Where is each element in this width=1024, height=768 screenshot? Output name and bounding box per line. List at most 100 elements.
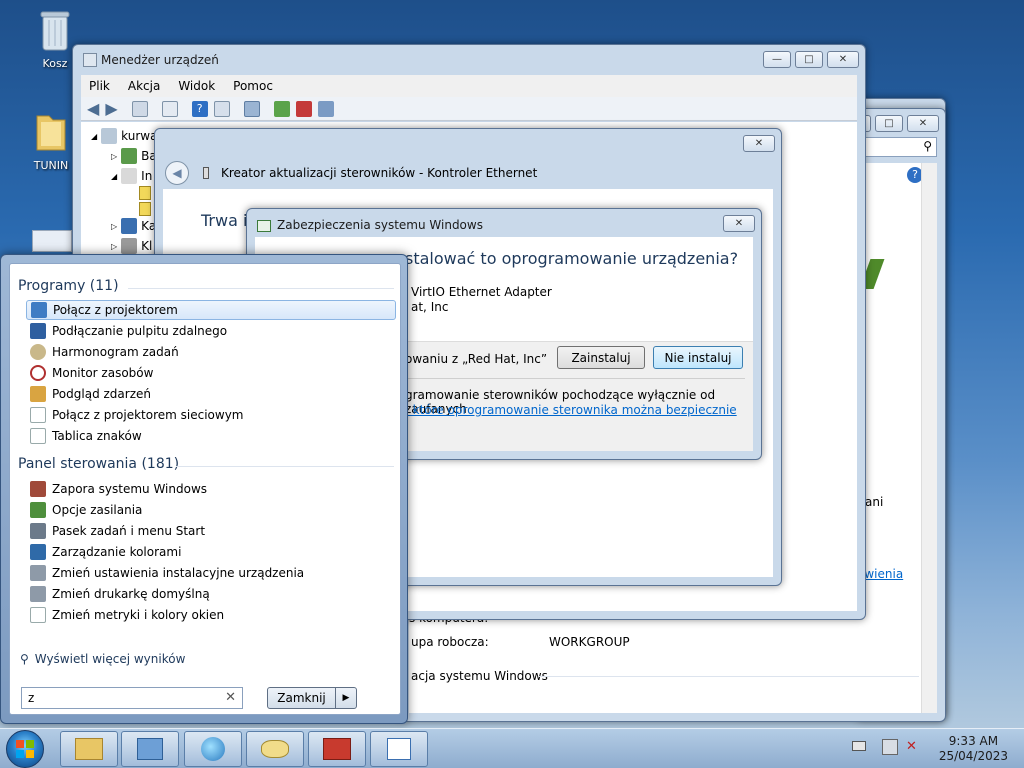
tree-item[interactable]: ◢ In [111, 168, 152, 184]
maximize-button[interactable]: □ [875, 115, 903, 132]
start-search-input[interactable]: z ✕ [21, 687, 243, 709]
control-panel-header[interactable]: Panel sterowania (181) [18, 456, 179, 472]
printer-icon [30, 565, 46, 581]
scan-hardware-icon[interactable] [243, 100, 260, 117]
item-label: Pasek zadań i menu Start [52, 524, 206, 538]
shutdown-label[interactable]: Zamknij [268, 688, 336, 708]
item-label: Połącz z projektorem sieciowym [52, 408, 244, 422]
tree-item-label: In [141, 169, 153, 183]
cp-item-taskbar[interactable]: Pasek zadań i menu Start [26, 521, 396, 541]
security-shield-icon [257, 220, 271, 232]
item-label: Monitor zasobów [52, 366, 154, 380]
properties-icon[interactable] [161, 100, 178, 117]
window-title: Menedżer urządzeń [101, 53, 219, 67]
tree-item[interactable]: ▷ Kl [111, 238, 152, 254]
cp-item-window-metrics[interactable]: Zmień metryki i kolory okien [26, 605, 396, 625]
expand-icon: ▷ [111, 241, 118, 251]
tree-root-label: kurwa [121, 129, 158, 143]
close-button[interactable]: ✕ [827, 51, 859, 68]
program-item-resource-monitor[interactable]: Monitor zasobów [26, 363, 396, 383]
shutdown-button[interactable]: Zamknij ▶ [267, 687, 357, 709]
cp-item-default-printer[interactable]: Zmień drukarkę domyślną [26, 584, 396, 604]
wizard-title: Kreator aktualizacji sterowników - Kontr… [221, 166, 538, 180]
maximize-button[interactable]: □ [795, 51, 823, 68]
shutdown-options-arrow-icon[interactable]: ▶ [336, 688, 356, 708]
desktop-thumbnail[interactable] [32, 230, 72, 252]
item-label: Tablica znaków [52, 429, 142, 443]
globe-icon [201, 737, 225, 761]
keyboard-icon [121, 238, 138, 254]
taskbar-list[interactable] [370, 731, 428, 767]
document-icon [30, 428, 46, 444]
warning-device-icon[interactable] [139, 186, 151, 200]
dont-install-button[interactable]: Nie instaluj [653, 346, 743, 369]
item-label: Zmień metryki i kolory okien [52, 608, 225, 622]
cp-item-power[interactable]: Opcje zasilania [26, 500, 396, 520]
taskbar-network[interactable] [184, 731, 242, 767]
other-devices-icon [121, 168, 138, 184]
cp-item-color[interactable]: Zarządzanie kolorami [26, 542, 396, 562]
taskbar-keyboard[interactable] [246, 731, 304, 767]
clock-date: 25/04/2023 [938, 749, 1008, 763]
tree-item[interactable]: ▷ Ba [111, 148, 157, 164]
expand-icon: ▷ [111, 221, 118, 231]
taskbar-explorer[interactable] [60, 731, 118, 767]
search-input-value: z [28, 691, 35, 705]
program-item-projector[interactable]: Połącz z projektorem [26, 300, 396, 320]
taskbar-device-manager[interactable] [121, 731, 179, 767]
install-button[interactable]: Zainstaluj [557, 346, 645, 369]
expand-icon: ◢ [111, 171, 118, 181]
program-item-network-projector[interactable]: Połącz z projektorem sieciowym [26, 405, 396, 425]
warning-device-icon[interactable] [139, 202, 151, 216]
more-results-link[interactable]: ⚲ Wyświetl więcej wyników [20, 652, 185, 666]
tree-item[interactable]: ▷ Ka [111, 218, 156, 234]
taskbar-toolbox[interactable] [308, 731, 366, 767]
program-item-remote-desktop[interactable]: Podłączanie pulpitu zdalnego [26, 321, 396, 341]
scrollbar[interactable] [921, 163, 937, 713]
search-input[interactable]: ⚲ [861, 137, 937, 157]
menu-item-view[interactable]: Widok [178, 79, 215, 93]
close-button[interactable]: ✕ [743, 135, 775, 152]
close-button[interactable]: ✕ [907, 115, 939, 132]
volume-muted-icon[interactable]: ✕ [906, 739, 917, 754]
folder-icon [75, 738, 103, 760]
tree-root[interactable]: ◢ kurwa [91, 128, 157, 144]
cp-item-firewall[interactable]: Zapora systemu Windows [26, 479, 396, 499]
item-label: Podłączanie pulpitu zdalnego [52, 324, 228, 338]
network-tray-icon[interactable] [882, 739, 898, 755]
menu-item-action[interactable]: Akcja [128, 79, 160, 93]
view-icon[interactable] [213, 100, 230, 117]
menu-item-file[interactable]: Plik [89, 79, 110, 93]
footer-link[interactable]: , które oprogramowanie sterownika można … [405, 403, 737, 417]
program-item-task-scheduler[interactable]: Harmonogram zadań [26, 342, 396, 362]
show-hide-tree-icon[interactable] [131, 100, 148, 117]
program-item-event-viewer[interactable]: Podgląd zdarzeń [26, 384, 396, 404]
start-menu[interactable]: Programy (11) Połącz z projektorem Podłą… [0, 254, 408, 724]
menu-item-help[interactable]: Pomoc [233, 79, 273, 93]
system-clock[interactable]: 9:33 AM 25/04/2023 [939, 734, 1008, 764]
minimize-button[interactable]: — [763, 51, 791, 68]
item-label: Podgląd zdarzeń [52, 387, 151, 401]
update-driver-icon[interactable] [273, 100, 290, 117]
programs-header[interactable]: Programy (11) [18, 278, 119, 294]
forward-arrow-icon[interactable]: ▶ [105, 99, 117, 118]
back-button[interactable]: ◀ [165, 161, 189, 185]
clear-search-icon[interactable]: ✕ [225, 690, 236, 705]
program-item-character-map[interactable]: Tablica znaków [26, 426, 396, 446]
clock-icon [30, 344, 46, 360]
item-label: Zarządzanie kolorami [52, 545, 182, 559]
uninstall-icon[interactable] [295, 100, 312, 117]
back-arrow-icon[interactable]: ◀ [87, 99, 99, 118]
disable-device-icon[interactable] [317, 100, 334, 117]
cp-item-device-install[interactable]: Zmień ustawienia instalacyjne urządzenia [26, 563, 396, 583]
dialog-title: Zabezpieczenia systemu Windows [277, 218, 483, 232]
keyboard-tray-icon[interactable] [852, 741, 866, 751]
keyboard-icon [261, 740, 289, 758]
close-button[interactable]: ✕ [723, 215, 755, 232]
help-icon[interactable]: ? [191, 100, 208, 117]
start-button[interactable] [6, 730, 44, 768]
projector-icon [31, 302, 47, 318]
divider [539, 676, 919, 677]
remote-desktop-icon [30, 323, 46, 339]
workgroup-value: WORKGROUP [549, 635, 630, 649]
